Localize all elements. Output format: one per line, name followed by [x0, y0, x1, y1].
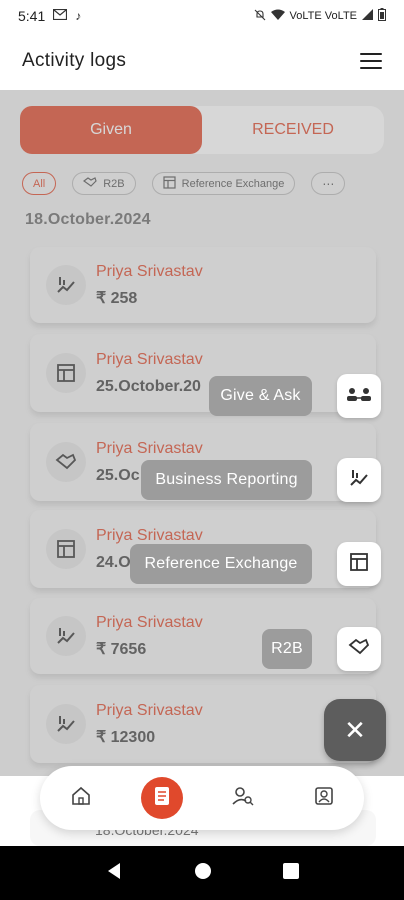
- close-icon: ✕: [344, 714, 366, 745]
- tiktok-icon: ♪: [75, 9, 82, 23]
- handshake-icon: [348, 638, 370, 661]
- hamburger-menu-icon[interactable]: [360, 53, 382, 69]
- gmail-icon: [53, 8, 68, 23]
- app-header: Activity logs: [0, 32, 404, 90]
- battery-icon: [378, 8, 386, 24]
- speed-dial-label-r2b[interactable]: R2B: [262, 629, 312, 669]
- wifi-icon: [270, 9, 285, 23]
- people-icon: [346, 386, 372, 407]
- back-icon[interactable]: [105, 862, 123, 885]
- mute-icon: [254, 9, 266, 24]
- profile-icon: [314, 786, 334, 811]
- people-search-icon: [231, 786, 254, 811]
- dim-overlay[interactable]: [0, 90, 404, 776]
- system-nav-bar: [0, 846, 404, 900]
- nav-activity[interactable]: [140, 777, 183, 819]
- page-title: Activity logs: [22, 50, 127, 71]
- table-icon: [350, 552, 368, 576]
- recents-icon[interactable]: [282, 862, 299, 884]
- close-speed-dial-button[interactable]: ✕: [324, 699, 386, 761]
- document-icon: [154, 786, 170, 811]
- signal-icon: [362, 9, 373, 23]
- network-text: VoLTE VoLTE: [289, 10, 357, 22]
- status-time: 5:41: [18, 8, 46, 24]
- speed-dial-label-business-reporting[interactable]: Business Reporting: [141, 460, 312, 500]
- r2b-button[interactable]: [337, 627, 381, 671]
- reference-exchange-button[interactable]: [337, 542, 381, 586]
- nav-profile[interactable]: [303, 777, 345, 819]
- home-button-icon[interactable]: [194, 862, 212, 885]
- give-ask-button[interactable]: [337, 374, 381, 418]
- home-icon: [71, 786, 91, 811]
- business-reporting-button[interactable]: [337, 458, 381, 502]
- nav-people-search[interactable]: [222, 777, 264, 819]
- speed-dial-label-give-ask[interactable]: Give & Ask: [209, 376, 312, 416]
- speed-dial-label-reference-exchange[interactable]: Reference Exchange: [130, 544, 312, 584]
- status-bar: 5:41 ♪ VoLTE VoLTE: [0, 0, 404, 32]
- bottom-nav: [40, 766, 364, 830]
- nav-home[interactable]: [60, 777, 102, 819]
- chart-icon: [348, 468, 370, 493]
